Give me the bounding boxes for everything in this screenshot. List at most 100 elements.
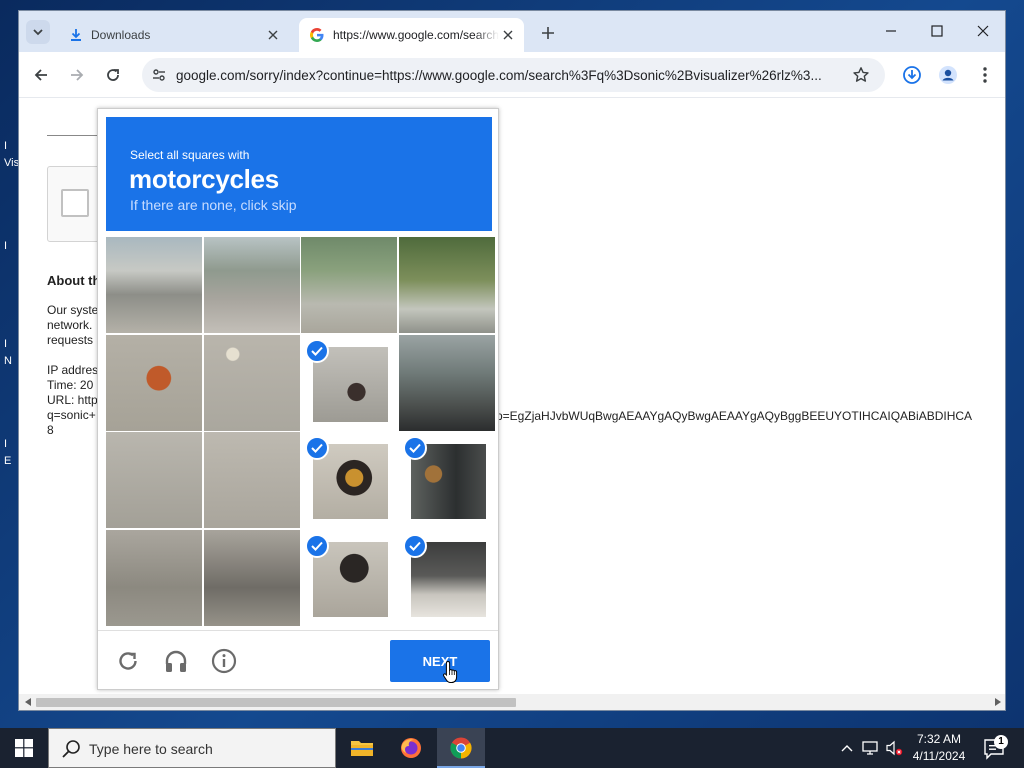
- maximize-icon: [931, 25, 943, 37]
- windows-logo-icon: [15, 739, 33, 757]
- desktop-icon-label[interactable]: N: [4, 355, 18, 367]
- notification-center-button[interactable]: 1: [982, 735, 1008, 761]
- captcha-tile[interactable]: [203, 529, 300, 626]
- captcha-tile[interactable]: [106, 529, 202, 626]
- checkmark-icon: [402, 436, 427, 460]
- desktop-icon-label[interactable]: Vis: [4, 157, 19, 169]
- paragraph-line: requests: [47, 333, 94, 347]
- url-text[interactable]: google.com/sorry/index?continue=https://…: [176, 68, 846, 83]
- tune-icon: [153, 69, 165, 81]
- menu-button[interactable]: [974, 64, 996, 86]
- network-status[interactable]: [862, 739, 880, 757]
- paragraph-line: Our syste: [47, 303, 99, 317]
- taskbar-search-box[interactable]: Type here to search: [48, 728, 336, 768]
- captcha-tile[interactable]: [203, 432, 300, 528]
- captcha-tile[interactable]: [399, 432, 495, 528]
- captcha-tile[interactable]: [203, 334, 300, 431]
- captcha-tile[interactable]: [398, 334, 495, 431]
- time-line: Time: 20: [47, 378, 94, 392]
- close-tab-button[interactable]: [500, 27, 516, 43]
- reload-button[interactable]: [102, 64, 124, 86]
- taskbar-file-explorer[interactable]: [338, 728, 386, 768]
- paragraph-line: network.: [47, 318, 93, 332]
- desktop-icon-label[interactable]: I: [4, 140, 18, 152]
- scrollbar-thumb[interactable]: [36, 698, 516, 707]
- captcha-challenge-dialog: Select all squares with motorcycles If t…: [97, 108, 499, 690]
- desktop-icon-label[interactable]: I: [4, 338, 18, 350]
- close-window-button[interactable]: [971, 20, 995, 42]
- close-tab-button[interactable]: [265, 27, 281, 43]
- maximize-button[interactable]: [925, 20, 949, 42]
- next-button[interactable]: NEXT: [390, 640, 490, 682]
- new-tab-button[interactable]: [538, 23, 558, 43]
- scroll-right-button[interactable]: [993, 697, 1003, 707]
- scroll-left-button[interactable]: [23, 697, 33, 707]
- minimize-button[interactable]: [879, 20, 903, 42]
- url-line: URL: http: [47, 393, 98, 407]
- tab-downloads[interactable]: Downloads: [57, 18, 289, 52]
- tab-google-search[interactable]: https://www.google.com/search?q=sonic: [299, 18, 524, 52]
- triangle-left-icon: [25, 698, 31, 706]
- chevron-up-icon: [841, 745, 853, 752]
- bookmark-button[interactable]: [851, 65, 871, 85]
- google-g-icon: [310, 28, 324, 42]
- captcha-tile[interactable]: [301, 237, 397, 333]
- arrow-left-icon: [34, 69, 47, 81]
- captcha-tile[interactable]: [106, 334, 202, 431]
- close-icon: [977, 25, 989, 37]
- show-hidden-icons-button[interactable]: [838, 739, 856, 757]
- search-icon: [62, 740, 80, 758]
- recaptcha-checkbox[interactable]: [61, 189, 89, 217]
- profile-button[interactable]: [937, 64, 959, 86]
- plus-icon: [542, 27, 554, 39]
- site-info-button[interactable]: [150, 66, 168, 84]
- taskbar-clock[interactable]: 7:32 AM 4/11/2024: [908, 731, 970, 765]
- reload-challenge-button[interactable]: [114, 647, 142, 675]
- forward-button[interactable]: [66, 64, 88, 86]
- minimize-icon: [886, 30, 896, 32]
- download-circle-icon: [903, 66, 921, 84]
- search-placeholder: Type here to search: [89, 741, 213, 757]
- captcha-tile-image: [398, 334, 495, 431]
- audio-challenge-button[interactable]: [162, 647, 190, 675]
- download-icon: [71, 29, 81, 41]
- captcha-tile[interactable]: [301, 432, 397, 528]
- help-button[interactable]: [210, 647, 238, 675]
- captcha-tile-image: [106, 334, 202, 431]
- desktop-icon-label[interactable]: I: [4, 240, 18, 252]
- taskbar-chrome[interactable]: [437, 728, 485, 768]
- captcha-tile[interactable]: [106, 237, 202, 333]
- captcha-tile-image: [106, 529, 202, 626]
- captcha-tile[interactable]: [106, 432, 202, 528]
- captcha-header: Select all squares with motorcycles If t…: [106, 117, 492, 231]
- triangle-right-icon: [995, 698, 1001, 706]
- back-button[interactable]: [30, 64, 52, 86]
- start-button[interactable]: [0, 728, 48, 768]
- desktop-icon-label[interactable]: I: [4, 438, 18, 450]
- folder-icon: [351, 741, 373, 756]
- captcha-tile[interactable]: [301, 530, 397, 626]
- captcha-tile[interactable]: [398, 237, 495, 333]
- address-bar[interactable]: google.com/sorry/index?continue=https://…: [142, 58, 885, 92]
- clock-time: 7:32 AM: [916, 732, 962, 746]
- headphones-icon: [165, 650, 187, 672]
- info-icon: [211, 648, 237, 674]
- url-line: q=sonic+: [47, 408, 96, 422]
- hand-cursor-icon: [443, 660, 458, 683]
- checkmark-icon: [305, 436, 329, 460]
- captcha-tile-image: [106, 432, 202, 528]
- captcha-tile[interactable]: [203, 237, 300, 333]
- tab-search-button[interactable]: [26, 20, 50, 44]
- horizontal-scrollbar[interactable]: [19, 694, 1005, 710]
- chrome-icon: [450, 737, 472, 759]
- reload-icon: [107, 69, 119, 81]
- captcha-tile-image: [106, 237, 202, 333]
- captcha-tile[interactable]: [301, 335, 397, 431]
- downloads-button[interactable]: [901, 64, 923, 86]
- taskbar-firefox[interactable]: [387, 728, 435, 768]
- desktop-icon-label[interactable]: E: [4, 455, 18, 467]
- url-tail-text: p=EgZjaHJvbWUqBwgAEAAYgAQyBwgAEAAYgAQyBg…: [496, 409, 973, 423]
- tab-strip: Downloads https://www.google.com/search?…: [19, 11, 1005, 52]
- volume-status[interactable]: [885, 739, 903, 757]
- captcha-tile[interactable]: [399, 530, 495, 626]
